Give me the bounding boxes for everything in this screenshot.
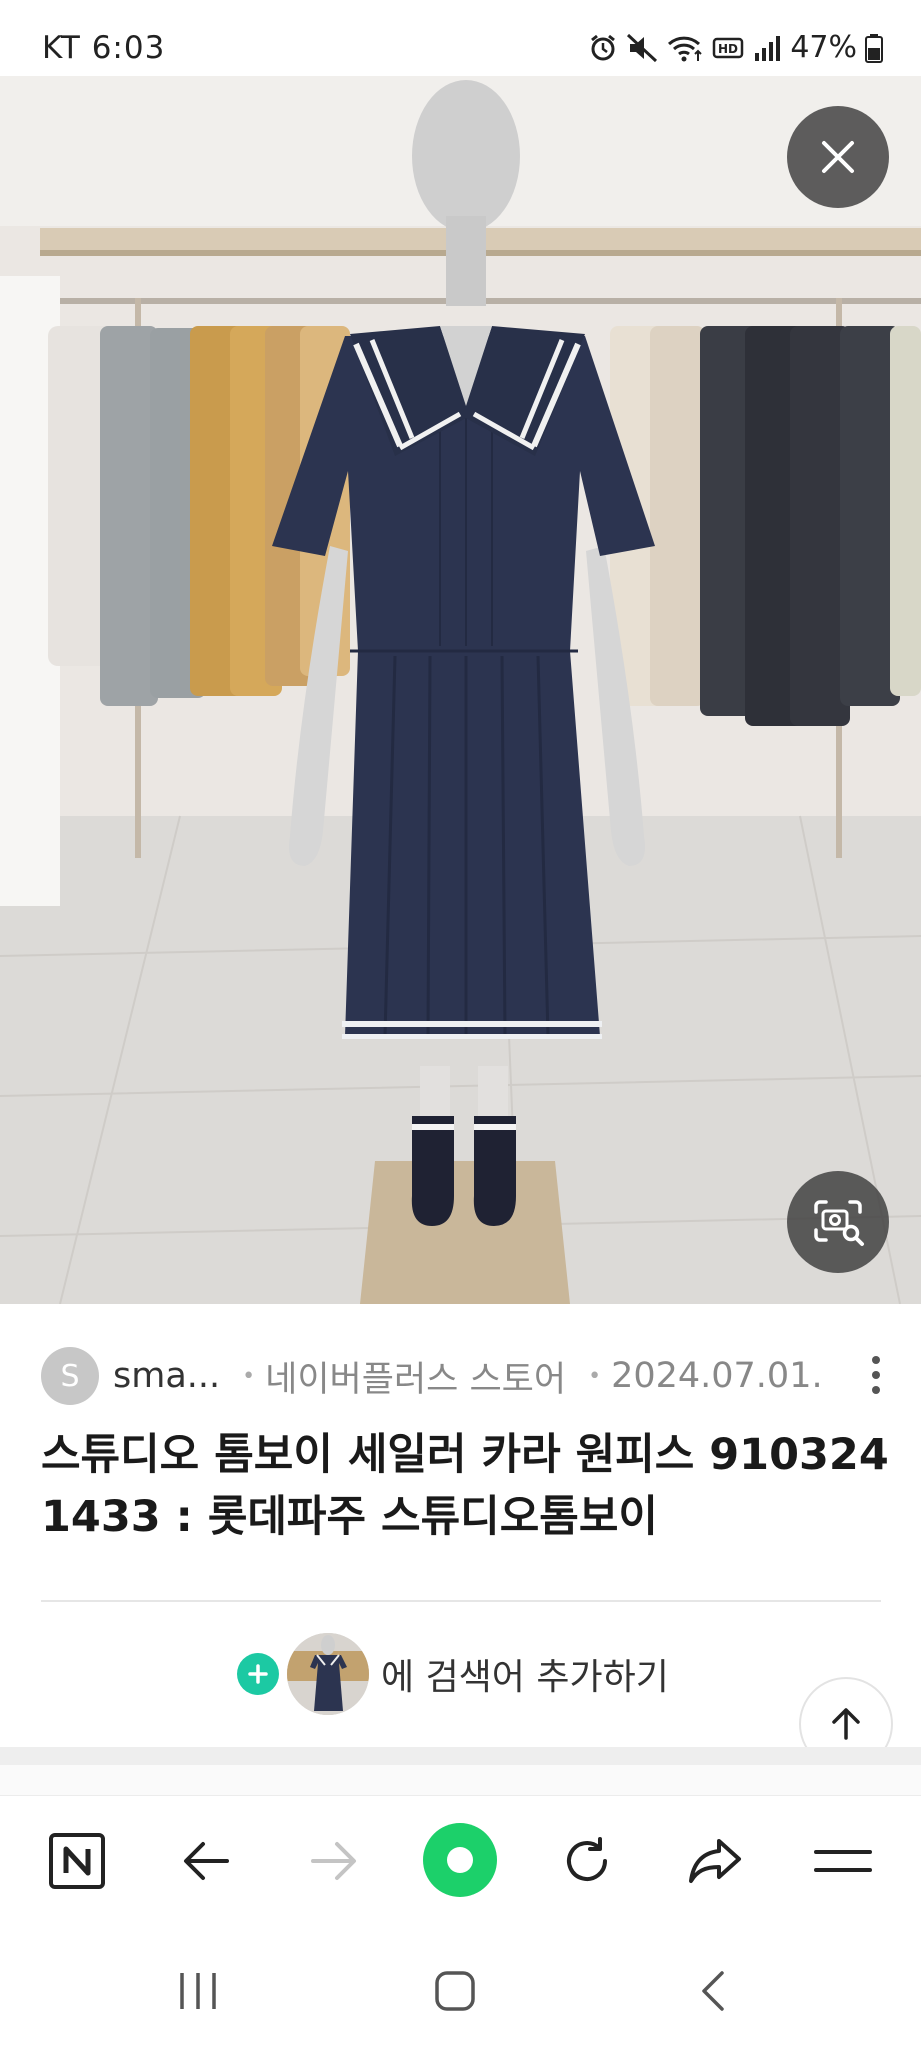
image-search-button[interactable]	[787, 1171, 889, 1273]
naver-home-button[interactable]	[42, 1826, 112, 1896]
more-options-icon[interactable]	[866, 1354, 886, 1396]
source-name[interactable]: sma...	[113, 1356, 220, 1396]
meta-separator: •	[588, 1363, 602, 1389]
add-keyword-label: 에 검색어 추가하기	[381, 1657, 669, 1698]
home-button[interactable]	[415, 1961, 495, 2021]
mannequin-dress-photo	[0, 76, 921, 1304]
back-icon	[184, 1842, 229, 1880]
system-back-button[interactable]	[673, 1961, 753, 2021]
wifi-icon	[668, 36, 703, 61]
alarm-icon	[591, 34, 616, 60]
recent-apps-icon	[180, 1973, 216, 2009]
plus-icon	[237, 1653, 279, 1695]
arrow-up-icon	[832, 1708, 860, 1740]
image-search-icon	[814, 1200, 864, 1246]
recent-apps-button[interactable]	[158, 1961, 238, 2021]
menu-icon	[814, 1850, 872, 1872]
keyword-thumbnail	[287, 1633, 369, 1715]
share-icon	[689, 1839, 741, 1883]
share-button[interactable]	[680, 1826, 750, 1896]
refresh-button[interactable]	[552, 1826, 622, 1896]
post-date: 2024.07.01.	[611, 1356, 823, 1396]
svg-text:HD: HD	[718, 42, 738, 56]
battery-icon	[865, 33, 883, 63]
back-button[interactable]	[171, 1826, 241, 1896]
carrier-time: KT 6:03	[42, 30, 166, 66]
system-navigation	[0, 1925, 921, 2048]
add-search-keyword[interactable]: 에 검색어 추가하기	[237, 1632, 669, 1716]
green-dot-button[interactable]	[420, 1820, 500, 1900]
close-icon	[822, 141, 854, 173]
close-button[interactable]	[787, 106, 889, 208]
result-title[interactable]: 스튜디오 톰보이 세일러 카라 원피스 9103241433 : 롯데파주 스튜…	[41, 1424, 891, 1548]
store-name[interactable]: 네이버플러스 스토어	[265, 1351, 566, 1402]
mute-icon	[627, 33, 658, 62]
green-dot-icon	[423, 1823, 497, 1897]
status-bar: KT 6:03 HD 47%	[0, 0, 921, 76]
meta-separator: •	[242, 1363, 256, 1389]
divider	[41, 1600, 881, 1602]
battery-percent: 47%	[790, 30, 857, 65]
product-image[interactable]	[0, 76, 921, 1304]
signal-icon	[755, 35, 781, 61]
forward-button[interactable]	[299, 1826, 369, 1896]
section-separator	[0, 1747, 921, 1765]
hd-icon: HD	[713, 37, 744, 58]
menu-button[interactable]	[808, 1826, 878, 1896]
browser-toolbar	[0, 1795, 921, 1926]
status-icons: HD 47%	[588, 30, 883, 65]
home-icon	[435, 1971, 475, 2011]
result-meta: S sma... • 네이버플러스 스토어 • 2024.07.01.	[41, 1346, 881, 1406]
naver-home-icon	[49, 1833, 105, 1889]
forward-icon	[311, 1842, 356, 1880]
back-icon	[702, 1971, 724, 2011]
source-avatar[interactable]: S	[41, 1347, 99, 1405]
section-gap	[0, 1765, 921, 1795]
refresh-icon	[567, 1837, 607, 1882]
